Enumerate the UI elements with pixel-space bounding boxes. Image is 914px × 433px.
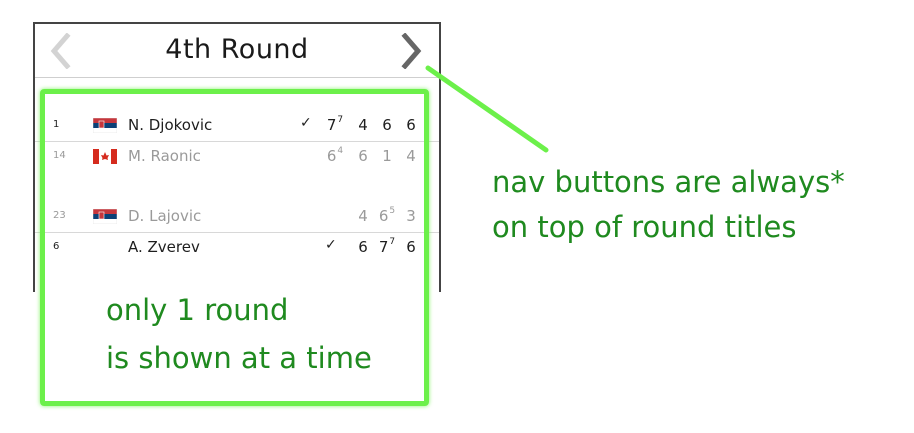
annotation-line: only 1 round [106, 293, 289, 327]
round-header: 4th Round [35, 24, 439, 78]
round-title: 4th Round [165, 34, 309, 65]
nav-annotation: nav buttons are always* on top of round … [492, 160, 902, 250]
annotation-line: is shown at a time [106, 341, 372, 375]
round-annotation: only 1 round is shown at a time [106, 286, 416, 382]
chevron-right-icon [401, 32, 422, 70]
annotation-line: nav buttons are always* [492, 165, 845, 199]
annotation-line: on top of round titles [492, 210, 797, 244]
next-round-button[interactable] [397, 32, 427, 70]
